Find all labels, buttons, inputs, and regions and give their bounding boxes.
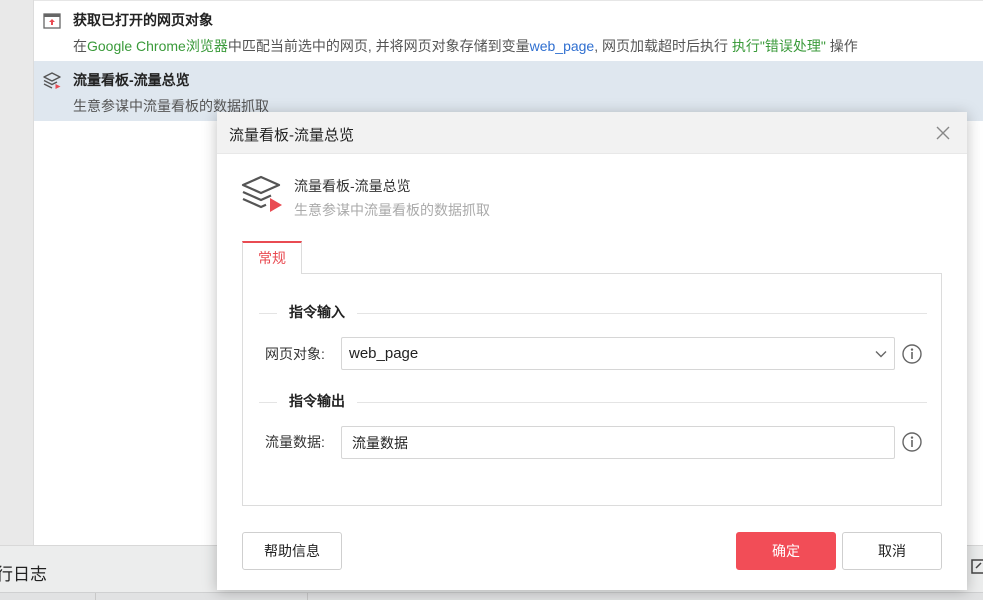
command-description: 生意参谋中流量看板的数据抓取 [294,202,490,218]
dialog-title: 流量看板-流量总览 [229,127,354,144]
section-divider [259,313,927,314]
close-icon[interactable] [933,123,953,143]
input-section-header: 指令输入 [259,302,927,322]
info-icon[interactable] [901,431,923,453]
traffic-data-label: 流量数据: [265,434,325,450]
web-object-select[interactable]: web_page [341,337,895,370]
command-dialog: 流量看板-流量总览 流量看板-流量总览 生意参谋中流量看板的数据抓取 常规 指令… [217,112,967,590]
chevron-down-icon [875,351,887,358]
command-name: 流量看板-流量总览 [294,178,411,194]
help-button[interactable]: 帮助信息 [242,532,342,570]
tab-panel-general: 指令输入 网页对象: web_page 指令输出 流量数据: [242,273,942,506]
output-section-label: 指令输出 [277,391,357,411]
input-section-label: 指令输入 [277,302,357,322]
layers-play-icon [241,175,282,212]
output-section-header: 指令输出 [259,391,927,411]
tab-general[interactable]: 常规 [242,241,302,274]
traffic-data-input[interactable] [341,426,895,459]
section-divider [259,402,927,403]
dialog-header: 流量看板-流量总览 [217,112,967,154]
confirm-button[interactable]: 确定 [736,532,836,570]
web-object-label: 网页对象: [265,346,325,362]
web-object-value: web_page [349,345,419,362]
cancel-button[interactable]: 取消 [842,532,942,570]
info-icon[interactable] [901,343,923,365]
